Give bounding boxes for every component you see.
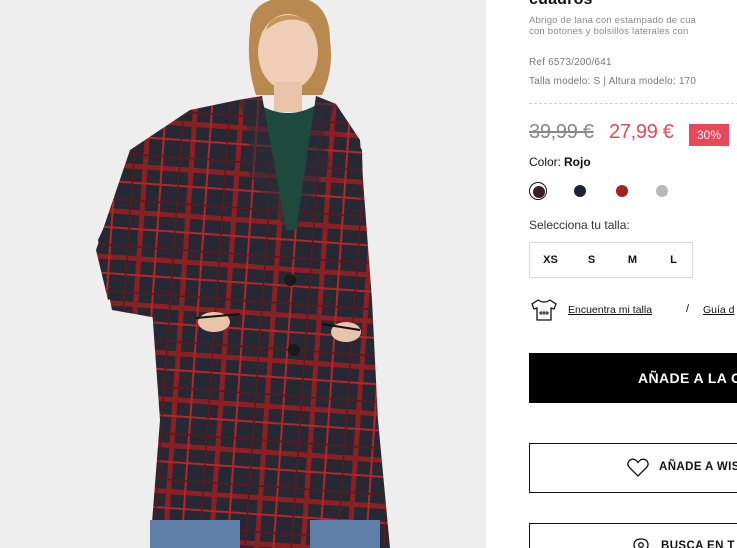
- color-label: Color:: [529, 155, 562, 169]
- product-ref: Ref 6573/200/641: [529, 57, 612, 68]
- selected-color: Rojo: [564, 155, 591, 169]
- size-option-s[interactable]: S: [571, 243, 612, 277]
- model-size-info: Talla modelo: S | Altura modelo: 170: [529, 76, 697, 87]
- heart-icon: [627, 458, 649, 477]
- description-line: Abrigo de lana con estampado de cua: [529, 15, 697, 26]
- wishlist-label: AÑADE A WIS: [659, 461, 737, 473]
- size-selector: XS S M L: [529, 242, 693, 278]
- add-to-cart-button[interactable]: AÑADE A LA C: [529, 353, 737, 403]
- size-option-l[interactable]: L: [653, 243, 694, 277]
- find-store-label: BUSCA EN T: [661, 540, 735, 548]
- description-line: con botones y bolsillos laterales con: [529, 26, 689, 37]
- product-info-panel: cuadros Abrigo de lana con estampado de …: [529, 0, 737, 548]
- model-wearing-plaid-coat: [0, 0, 486, 548]
- color-label-row: Color: Rojo: [529, 155, 591, 169]
- sale-price: 27,99 €: [609, 121, 674, 143]
- original-price: 39,99 €: [529, 121, 594, 143]
- link-separator: /: [686, 303, 690, 315]
- find-my-size-link[interactable]: Encuentra mi talla: [568, 304, 652, 316]
- size-guide-link[interactable]: Guía d: [703, 304, 735, 316]
- size-option-xs[interactable]: XS: [530, 243, 571, 277]
- divider: [529, 103, 737, 104]
- discount-badge: 30%: [689, 124, 729, 146]
- swatch-red[interactable]: [613, 182, 631, 200]
- swatch-burgundy-check[interactable]: [529, 182, 547, 200]
- product-description: Abrigo de lana con estampado de cua con …: [529, 15, 737, 37]
- tshirt-ruler-icon: [531, 299, 557, 321]
- location-pin-icon: [633, 538, 649, 548]
- size-option-m[interactable]: M: [612, 243, 653, 277]
- swatch-grey[interactable]: [653, 182, 671, 200]
- product-title: cuadros: [529, 0, 593, 9]
- add-to-wishlist-button[interactable]: AÑADE A WIS: [529, 443, 737, 493]
- find-in-store-button[interactable]: BUSCA EN T: [529, 523, 737, 548]
- size-label: Selecciona tu talla:: [529, 218, 630, 232]
- swatch-navy[interactable]: [571, 182, 589, 200]
- product-image[interactable]: [0, 0, 486, 548]
